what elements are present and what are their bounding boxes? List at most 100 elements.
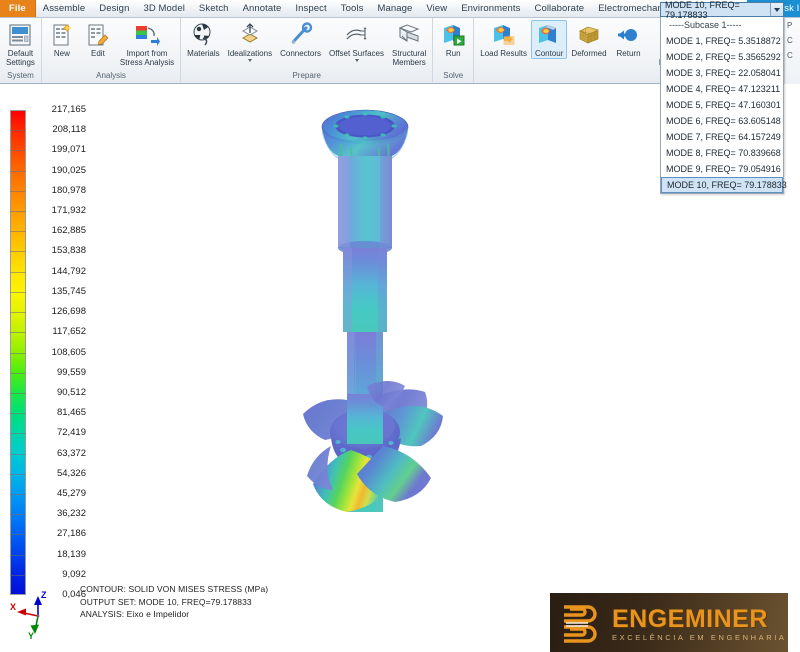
impeller — [303, 381, 443, 512]
tab-view[interactable]: View — [419, 0, 454, 17]
mode-option-5[interactable]: MODE 5, FREQ= 47.160301 — [661, 97, 783, 113]
engeminer-mark-icon — [550, 593, 612, 652]
legend-value-3: 190,025 — [51, 164, 86, 176]
fea-model-shaft-impeller[interactable] — [255, 94, 555, 594]
mode-option-7[interactable]: MODE 7, FREQ= 64.157249 — [661, 129, 783, 145]
legend-tick-3 — [10, 170, 26, 172]
tab-manage[interactable]: Manage — [370, 0, 419, 17]
mode-selector: MODE 10, FREQ= 79.178833 -----Subcase 1-… — [660, 0, 787, 194]
new-analysis-icon — [49, 22, 75, 48]
triad-label-z: Z — [41, 590, 47, 600]
tab-annotate[interactable]: Annotate — [236, 0, 289, 17]
return-button[interactable]: Return — [611, 20, 647, 59]
chevron-down-icon[interactable] — [770, 3, 783, 16]
legend-value-12: 108,605 — [51, 346, 86, 358]
import-stress-analysis-icon — [134, 22, 161, 48]
legend-value-0: 217,165 — [51, 104, 86, 115]
contour-annotations: CONTOUR: SOLID VON MISES STRESS (MPa) OU… — [80, 583, 268, 621]
legend-value-20: 36,232 — [56, 508, 86, 520]
materials-button[interactable]: Materials — [183, 20, 223, 59]
mode-option-4[interactable]: MODE 4, FREQ= 47.123211 — [661, 81, 783, 97]
legend-value-5: 171,932 — [51, 205, 86, 217]
engeminer-tagline: EXCELÊNCIA EM ENGENHARIA — [612, 633, 787, 642]
mode-option-9[interactable]: MODE 9, FREQ= 79.054916 — [661, 161, 783, 177]
mode-dropdown-list: -----Subcase 1----- MODE 1, FREQ= 5.3518… — [660, 17, 787, 194]
default-settings-button[interactable]: Default Settings — [2, 20, 39, 68]
tab-collaborate[interactable]: Collaborate — [528, 0, 592, 17]
tab-inspect[interactable]: Inspect — [288, 0, 333, 17]
annotation-analysis: ANALYSIS: Eixo e Impelidor — [80, 609, 190, 619]
import-stress-analysis-button[interactable]: Import from Stress Analysis — [116, 20, 178, 68]
mode-option-6[interactable]: MODE 6, FREQ= 63.605148 — [661, 113, 783, 129]
stub-icon-1[interactable]: P — [785, 18, 800, 33]
load-results-button[interactable]: Load Results — [476, 20, 531, 59]
shaft-mid — [343, 248, 387, 332]
ribbon-panel-analysis: New Edit Import from Stress Analysis Ana… — [42, 18, 182, 82]
legend-tick-8 — [10, 271, 26, 273]
tab-tools[interactable]: Tools — [334, 0, 371, 17]
mode-option-10[interactable]: MODE 10, FREQ= 79.178833 — [661, 177, 787, 193]
default-settings-label: Default Settings — [6, 49, 35, 67]
materials-icon — [190, 22, 216, 48]
return-label: Return — [616, 49, 641, 58]
tab-design[interactable]: Design — [92, 0, 136, 17]
legend-tick-5 — [10, 211, 26, 213]
structural-members-icon — [396, 22, 422, 48]
legend-tick-14 — [10, 392, 26, 394]
edit-analysis-button[interactable]: Edit — [80, 20, 116, 59]
engeminer-logo: ENGEMINER EXCELÊNCIA EM ENGENHARIA — [550, 593, 788, 652]
run-label: Run — [445, 49, 461, 58]
tab-environments[interactable]: Environments — [454, 0, 527, 17]
legend-tick-20 — [10, 514, 26, 516]
structural-members-button[interactable]: Structural Members — [388, 20, 430, 68]
stub-icon-3[interactable]: C — [785, 48, 800, 63]
legend-tick-13 — [10, 372, 26, 374]
tab-sketch[interactable]: Sketch — [192, 0, 236, 17]
legend-value-22: 18,139 — [56, 548, 86, 560]
legend-tick-2 — [10, 150, 26, 152]
tab-assemble[interactable]: Assemble — [36, 0, 93, 17]
deformed-label: Deformed — [571, 49, 607, 58]
materials-label: Materials — [187, 49, 220, 58]
mode-option-8[interactable]: MODE 8, FREQ= 70.839668 — [661, 145, 783, 161]
ribbon-panel-system: Default Settings System — [0, 18, 42, 82]
panel-title-prepare: Prepare — [292, 71, 321, 80]
import-stress-analysis-label: Import from Stress Analysis — [119, 49, 175, 67]
legend-value-15: 81,465 — [56, 407, 86, 419]
tab-file[interactable]: File — [0, 0, 36, 17]
chevron-down-icon[interactable] — [247, 59, 252, 62]
stub-icon-2[interactable]: C — [785, 33, 800, 48]
legend-tick-9 — [10, 291, 26, 293]
legend-value-17: 63,372 — [56, 447, 86, 459]
offset-surfaces-button[interactable]: Offset Surfaces — [325, 20, 388, 63]
run-button[interactable]: Run — [435, 20, 471, 59]
triad-label-x: X — [10, 602, 17, 612]
idealizations-icon — [237, 22, 263, 48]
ribbon-panel-solve: Run Solve — [433, 18, 475, 82]
shaft-upper — [338, 156, 392, 255]
legend-tick-17 — [10, 453, 26, 455]
deformed-button[interactable]: Deformed — [567, 20, 610, 59]
new-analysis-button[interactable]: New — [44, 20, 80, 59]
chevron-down-icon[interactable] — [354, 59, 359, 62]
idealizations-button[interactable]: Idealizations — [224, 20, 276, 63]
offset-surfaces-label: Offset Surfaces — [329, 49, 385, 58]
legend-value-9: 135,745 — [51, 285, 86, 297]
legend-value-11: 117,652 — [52, 326, 86, 338]
legend-value-1: 208,118 — [52, 124, 86, 136]
run-icon — [440, 22, 466, 48]
tab-3d-model[interactable]: 3D Model — [136, 0, 191, 17]
legend-tick-15 — [10, 413, 26, 415]
mode-option-3[interactable]: MODE 3, FREQ= 22.058041 — [661, 65, 783, 81]
legend-value-16: 72,419 — [56, 427, 86, 439]
legend-value-2: 199,071 — [51, 144, 86, 156]
contour-label: Contour — [534, 49, 564, 58]
mode-combobox[interactable]: MODE 10, FREQ= 79.178833 — [660, 0, 784, 20]
contour-button[interactable]: Contour — [530, 20, 568, 59]
contour-icon — [536, 22, 562, 48]
mode-option-2[interactable]: MODE 2, FREQ= 5.3565292 — [661, 49, 783, 65]
mode-option-1[interactable]: MODE 1, FREQ= 5.3518872 — [661, 33, 783, 49]
legend-value-14: 90,512 — [56, 386, 86, 398]
connectors-button[interactable]: Connectors — [276, 20, 325, 59]
legend-tick-1 — [10, 130, 26, 132]
